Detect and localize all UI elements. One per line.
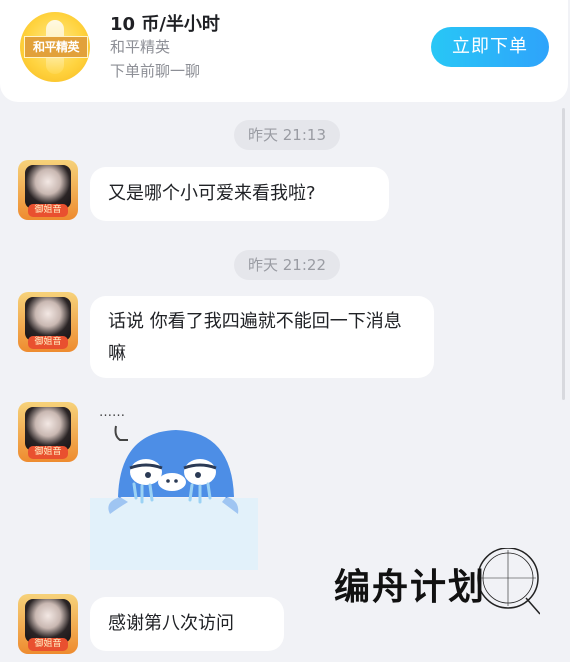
whale-right-pupil (195, 472, 201, 478)
avatar[interactable]: 御姐音 (18, 160, 78, 220)
avatar-badge: 御姐音 (28, 446, 68, 459)
service-card[interactable]: 和平精英 10 币/半小时 和平精英 下单前聊一聊 立即下单 (0, 0, 568, 102)
whale-right-eye (184, 459, 216, 485)
whale-muzzle (158, 473, 186, 491)
whale-nose-right (174, 479, 178, 483)
whale-left-pupil (145, 472, 151, 478)
service-price: 10 币/半小时 (110, 14, 220, 35)
timestamp: 昨天 21:22 (234, 250, 340, 280)
avatar[interactable]: 御姐音 (18, 402, 78, 462)
message-bubble[interactable]: 又是哪个小可爱来看我啦? (90, 167, 389, 221)
crying-whale-sticker-icon[interactable]: …… (90, 402, 258, 570)
message-bubble[interactable]: 话说 你看了我四遍就不能回一下消息嘛 (90, 296, 434, 378)
whale-left-eye (130, 459, 162, 485)
avatar-badge: 御姐音 (28, 336, 68, 349)
avatar-photo (25, 599, 71, 643)
sticker-water-front (90, 498, 258, 570)
order-now-button[interactable]: 立即下单 (431, 27, 549, 67)
avatar-photo (25, 297, 71, 341)
watermark-text: 编舟计划 (334, 566, 487, 608)
avatar-badge: 御姐音 (28, 204, 68, 217)
game-logo-label: 和平精英 (24, 36, 88, 58)
game-logo-icon: 和平精英 (20, 12, 90, 82)
avatar[interactable]: 御姐音 (18, 292, 78, 352)
chat-before-order-tip: 下单前聊一聊 (110, 62, 201, 80)
avatar-photo (25, 165, 71, 209)
avatar-badge: 御姐音 (28, 638, 68, 651)
timestamp: 昨天 21:13 (234, 120, 340, 150)
scrollbar[interactable] (562, 108, 565, 400)
message-bubble[interactable]: 感谢第八次访问 (90, 597, 284, 651)
sticker-tail-stroke (114, 425, 128, 441)
game-name: 和平精英 (110, 38, 171, 56)
watermark-logo: 编舟计划 (330, 548, 540, 618)
whale-nose-left (166, 479, 170, 483)
sticker-ellipsis: …… (99, 405, 125, 420)
avatar[interactable]: 御姐音 (18, 594, 78, 654)
avatar-photo (25, 407, 71, 451)
